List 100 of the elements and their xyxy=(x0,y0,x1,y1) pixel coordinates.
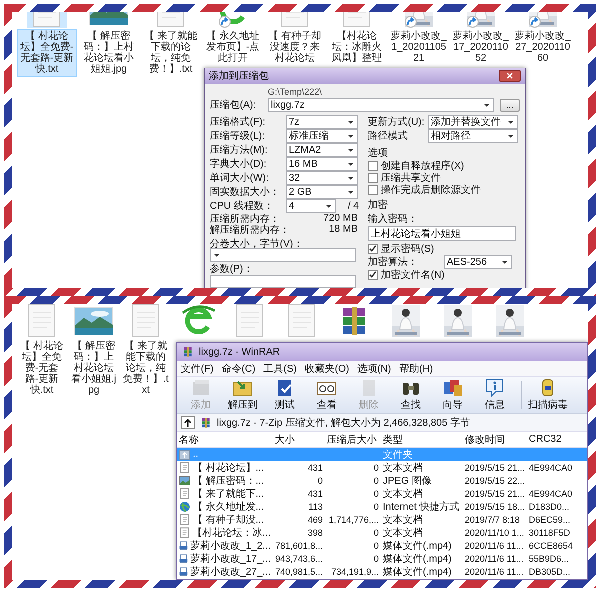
table-cell: 113 xyxy=(308,502,323,512)
checkbox-label: 创建自释放程序(X) xyxy=(381,160,464,172)
password-field[interactable]: 上村花论坛看小姐姐 xyxy=(368,226,516,241)
table-row[interactable]: 萝莉小改改_17_... 943,743,6... 0 媒体文件(.mp4) 2020/11/6 11... 55B9D6... xyxy=(177,552,587,565)
table-cell: 0 xyxy=(374,554,379,564)
checkbox-label: 压缩共享文件 xyxy=(381,172,441,184)
table-cell: 2019/7/7 8:18 xyxy=(465,514,520,524)
section-title: 加密 xyxy=(368,200,388,211)
file-label[interactable]: 萝莉小改改_1_2020110521 xyxy=(390,30,448,65)
menu-item[interactable]: 文件(F) xyxy=(181,362,214,376)
file-name: 【村花论坛：冰... xyxy=(192,526,271,540)
dropdown[interactable]: 添加并替换文件 xyxy=(428,115,518,129)
column-header[interactable]: 类型 xyxy=(381,432,463,446)
file-label[interactable]: 【 村花论坛】全免费-无套路-更新快.txt xyxy=(18,340,66,397)
toolbar-button[interactable]: 测试 xyxy=(265,378,305,412)
globe-icon xyxy=(179,500,191,512)
info-icon xyxy=(484,378,506,398)
dropdown[interactable]: LZMA2 xyxy=(286,143,358,157)
table-cell: 文本文档 xyxy=(383,514,423,526)
toolbar-button[interactable]: 查看 xyxy=(307,378,347,412)
checkbox[interactable] xyxy=(368,161,378,171)
field-label: 压缩等级(L): xyxy=(210,130,266,143)
table-cell: 1,714,776,... xyxy=(328,514,379,524)
parameters-field[interactable] xyxy=(210,275,356,288)
column-header[interactable]: 名称 xyxy=(177,432,273,446)
file-name: 萝莉小改改_27_... xyxy=(190,566,271,578)
column-header[interactable]: 大小 xyxy=(273,432,325,446)
checkbox[interactable] xyxy=(368,173,378,183)
close-icon xyxy=(505,72,515,80)
table-row[interactable]: 【 来了就能下... 431 0 文本文档 2019/5/15 21... 4E994CA0 xyxy=(177,487,587,500)
table-row[interactable]: 【 解压密码：... 0 0 JPEG 图像 2019/5/15 22... xyxy=(177,474,587,487)
file-label[interactable]: 【 解压密码：】上村花论坛看小姐姐.jpg xyxy=(80,30,138,76)
table-cell: 2020/11/6 11... xyxy=(465,554,524,564)
file-label[interactable]: 【 来了就能下载的论坛，纯免费！】.txt xyxy=(122,340,170,397)
table-cell: 文件夹 xyxy=(383,450,413,460)
table-cell: 0 xyxy=(374,476,379,486)
table-cell: 媒体文件(.mp4) xyxy=(383,566,452,578)
dropdown[interactable]: 相对路径 xyxy=(428,129,518,143)
dropdown[interactable]: 4 xyxy=(286,199,336,213)
checkbox-label: 显示密码(S) xyxy=(381,242,434,256)
table-cell: 740,981,5... xyxy=(275,566,323,576)
table-cell: 媒体文件(.mp4) xyxy=(383,540,452,552)
table-row[interactable]: 【 村花论坛】... 431 0 文本文档 2019/5/15 21... 4E994CA0 xyxy=(177,461,587,474)
table-row[interactable]: 【村花论坛：冰... 398 0 文本文档 2020/11/10 1... 30118F5D xyxy=(177,526,587,539)
toolbar-button[interactable]: 向导 xyxy=(433,378,473,412)
dropdown[interactable]: 32 xyxy=(286,171,358,185)
column-header[interactable]: CRC32 xyxy=(527,434,579,445)
toolbar-button[interactable]: 查找 xyxy=(391,378,431,412)
file-name: 【 永久地址发... xyxy=(193,500,264,514)
file-label[interactable]: 【 解压密码：】上村花论坛看小姐姐.jpg xyxy=(70,340,118,397)
file-label[interactable]: 萝莉小改改_17_202011052 xyxy=(452,30,510,65)
table-row[interactable]: 萝莉小改改_27_... 740,981,5... 734,191,9... 媒体文件(.mp4) 2020/11/6 11... DB305D... xyxy=(177,565,587,578)
table-cell: 2020/11/6 11... xyxy=(465,566,524,576)
checkbox[interactable] xyxy=(368,185,378,195)
field-label: 解压缩所需内存： xyxy=(210,223,290,236)
file-label[interactable]: 萝莉小改改_27_202011060 xyxy=(514,30,572,65)
archive-name-field[interactable]: lixgg.7z xyxy=(268,98,494,112)
close-button[interactable] xyxy=(499,70,521,82)
field-label: 压缩格式(F): xyxy=(210,116,267,129)
table-cell: 781,601,8... xyxy=(275,540,323,550)
video-file-icon xyxy=(179,552,188,564)
dropdown[interactable]: 标准压缩 xyxy=(286,129,358,143)
checkbox-label: 操作完成后删除源文件 xyxy=(381,184,481,197)
table-cell: 4E994CA0 xyxy=(529,462,573,472)
dropdown[interactable]: 16 MB xyxy=(286,157,358,171)
archive-icon xyxy=(181,346,195,358)
file-label[interactable]: 【 村花论坛】全免费-无套路-更新快.txt xyxy=(18,30,76,76)
file-label[interactable]: 【 来了就能下载的论坛，纯免费！】.txt xyxy=(142,30,200,76)
checkbox[interactable] xyxy=(368,244,378,254)
up-button[interactable] xyxy=(181,416,195,429)
menu-item[interactable]: 选项(N) xyxy=(357,362,392,376)
field-label: 压缩方法(M): xyxy=(210,144,269,157)
column-header[interactable]: 压缩后大小 xyxy=(325,432,381,446)
file-name: 萝莉小改改_1_2... xyxy=(190,540,271,552)
dropdown[interactable] xyxy=(210,248,356,262)
table-row[interactable]: 【 永久地址发... 113 0 Internet 快捷方式 2019/5/15 18... D183D0... xyxy=(177,500,587,513)
toolbar-button[interactable]: 信息 xyxy=(475,378,515,412)
menu-item[interactable]: 收藏夹(O) xyxy=(305,362,350,376)
file-label[interactable]: 【 有种子却没速度？来村花论坛 xyxy=(266,30,324,65)
checkbox[interactable] xyxy=(368,270,378,280)
table-row[interactable]: 萝莉小改改_1_2... 781,601,8... 0 媒体文件(.mp4) 2020/11/6 11... 6CCE8654 xyxy=(177,539,587,552)
toolbar-button[interactable]: 解压到 xyxy=(223,378,263,412)
dropdown[interactable]: AES-256 xyxy=(444,255,512,269)
dropdown[interactable]: 2 GB xyxy=(286,185,358,199)
table-cell: 2020/11/6 11... xyxy=(465,540,524,550)
field-label: 输入密码： xyxy=(368,214,418,225)
menu-item[interactable]: 帮助(H) xyxy=(399,362,434,376)
browse-button[interactable]: ... xyxy=(500,98,520,112)
menu-item[interactable]: 工具(S) xyxy=(264,362,298,376)
menu-item[interactable]: 命令(C) xyxy=(222,362,256,376)
table-cell: 0 xyxy=(318,476,323,486)
file-label[interactable]: 【 永久地址发布页】-点此打开 xyxy=(204,30,262,65)
dropdown[interactable]: 7z xyxy=(286,115,358,129)
column-header[interactable]: 修改时间 xyxy=(463,432,527,446)
table-row[interactable]: 【 有种子却没... 469 1,714,776,... 文本文档 2019/7/7 8:18 D6EC59... xyxy=(177,513,587,526)
file-label[interactable]: 【村花论坛：冰雕火凤凰】整理 xyxy=(328,30,386,65)
window-title: lixgg.7z - WinRAR xyxy=(199,346,280,358)
toolbar-button[interactable]: 扫描病毒 xyxy=(528,378,568,412)
table-cell: 0 xyxy=(374,462,379,472)
field-label: 单词大小(W): xyxy=(210,172,270,185)
